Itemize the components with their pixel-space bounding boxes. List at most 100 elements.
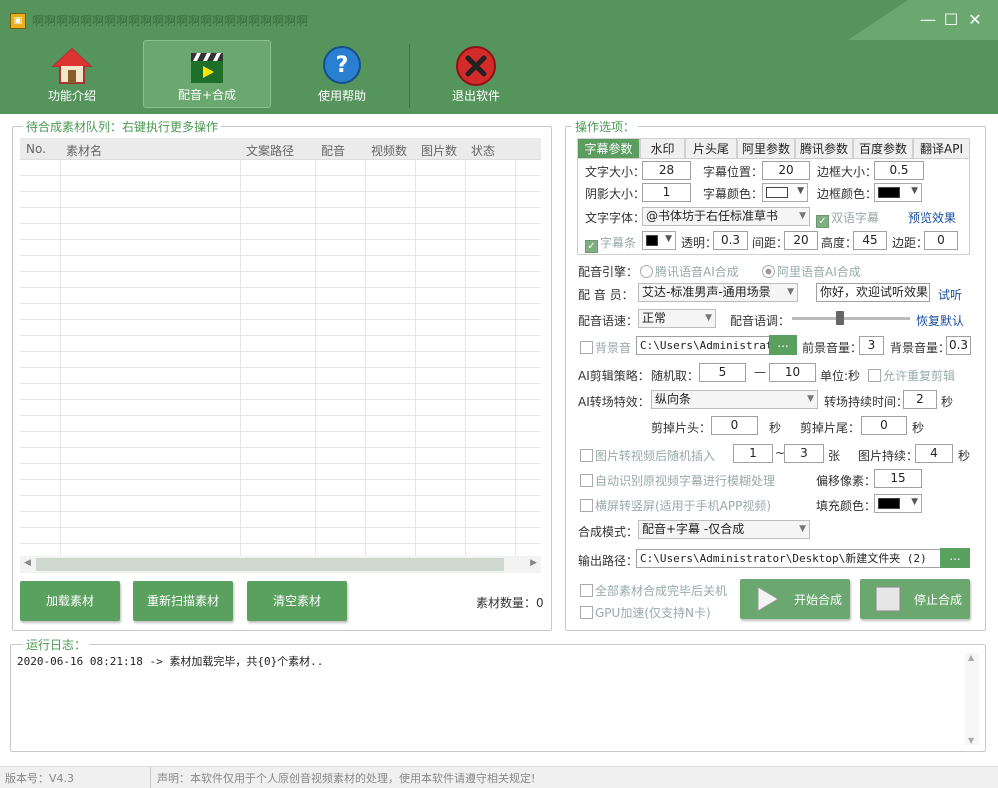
img-insert-checkbox[interactable]: 图片转视频后随机插入 <box>580 447 715 464</box>
scroll-down-icon[interactable]: ▼ <box>968 736 974 745</box>
height-input[interactable]: 45 <box>853 231 887 250</box>
transition-duration-input[interactable]: 2 <box>903 390 937 409</box>
try-listen-link[interactable]: 试听 <box>938 286 962 303</box>
start-button[interactable]: 开始合成 <box>740 579 850 619</box>
mode-select[interactable]: 配音+字幕 -仅合成 ▼ <box>638 520 810 539</box>
tab-ali[interactable]: 阿里参数 <box>737 138 795 158</box>
color-swatch <box>766 187 788 198</box>
column-header[interactable]: 状态 <box>471 142 495 159</box>
color-swatch <box>878 498 900 509</box>
voice-select[interactable]: 艾达-标准男声-通用场景 ▼ <box>638 283 798 302</box>
column-header[interactable]: 图片数 <box>421 142 457 159</box>
toolbar-item-help[interactable]: ? 使用帮助 <box>278 40 406 108</box>
scroll-left-icon[interactable]: ◀ <box>24 558 31 568</box>
column-header[interactable]: 素材名 <box>66 142 102 159</box>
column-header[interactable]: No. <box>26 142 46 156</box>
output-path-input[interactable]: C:\Users\Administrator\Desktop\新建文件夹 (2) <box>636 549 941 568</box>
border-color-label: 边框颜色： <box>817 187 878 201</box>
load-button[interactable]: 加载素材 <box>20 581 120 621</box>
reset-link[interactable]: 恢复默认 <box>916 312 964 329</box>
tab-subtitle[interactable]: 字幕参数 <box>577 138 640 158</box>
log-scrollbar[interactable]: ▲ ▼ <box>965 653 979 745</box>
toolbar-item-intro[interactable]: 功能介绍 <box>8 40 136 108</box>
speed-select[interactable]: 正常 ▼ <box>638 309 716 328</box>
offset-input[interactable]: 15 <box>874 469 922 488</box>
pitch-slider[interactable] <box>792 311 910 325</box>
stop-button[interactable]: 停止合成 <box>860 579 970 619</box>
allow-repeat-checkbox[interactable]: 允许重复剪辑 <box>868 367 955 384</box>
log-line: 2020-06-16 08:21:18 -> 素材加载完毕，共{0}个素材.. <box>17 655 324 668</box>
bg-volume-input[interactable]: 0.3 <box>946 336 971 355</box>
preview-link[interactable]: 预览效果 <box>908 209 956 226</box>
tab-translate[interactable]: 翻译API <box>913 138 970 158</box>
try-text-input[interactable]: 你好，欢迎试听效果 <box>816 283 930 302</box>
column-header[interactable]: 视频数 <box>371 142 407 159</box>
bgm-path-input[interactable]: C:\Users\Administrator <box>636 336 770 355</box>
chevron-down-icon: ▼ <box>787 287 794 297</box>
unit-zhang-label: 张 <box>828 449 841 463</box>
bgm-browse-button[interactable]: ... <box>769 335 797 355</box>
gpu-checkbox[interactable]: GPU加速(仅支持N卡) <box>580 604 711 621</box>
shutdown-checkbox[interactable]: 全部素材合成完毕后关机 <box>580 582 727 599</box>
rescan-button[interactable]: 重新扫描素材 <box>133 581 233 621</box>
img-max-input[interactable]: 3 <box>784 444 824 463</box>
queue-table-body[interactable] <box>20 160 541 556</box>
tab-tencent[interactable]: 腾讯参数 <box>795 138 853 158</box>
font-select[interactable]: @书体坊于右任标准草书 ▼ <box>642 207 810 226</box>
shadow-input[interactable]: 1 <box>642 183 691 202</box>
check-icon: ✓ <box>816 215 829 228</box>
random-max-input[interactable]: 10 <box>769 363 816 382</box>
clear-button[interactable]: 清空素材 <box>247 581 347 621</box>
font-size-input[interactable]: 28 <box>642 161 691 180</box>
tab-watermark[interactable]: 水印 <box>640 138 685 158</box>
toolbar-item-exit[interactable]: 退出软件 <box>412 40 540 108</box>
close-button[interactable]: ✕ <box>963 8 987 32</box>
random-min-input[interactable]: 5 <box>699 363 746 382</box>
chevron-down-icon: ▼ <box>799 524 806 534</box>
blur-checkbox[interactable]: 自动识别原视频字幕进行模糊处理 <box>580 472 775 489</box>
tab-intro-outro[interactable]: 片头尾 <box>685 138 737 158</box>
transition-select[interactable]: 纵向条 ▼ <box>651 390 818 409</box>
mode-select-value: 配音+字幕 -仅合成 <box>642 522 745 536</box>
bar-color-picker[interactable]: ▼ <box>642 231 676 250</box>
fg-volume-input[interactable]: 3 <box>859 336 884 355</box>
allow-repeat-label: 允许重复剪辑 <box>883 369 956 383</box>
img-min-input[interactable]: 1 <box>733 444 773 463</box>
tab-baidu[interactable]: 百度参数 <box>853 138 913 158</box>
cut-tail-input[interactable]: 0 <box>861 416 907 435</box>
column-header[interactable]: 文案路径 <box>246 142 294 159</box>
bgm-checkbox[interactable]: 背景音 <box>580 339 631 356</box>
scroll-thumb[interactable] <box>36 558 504 571</box>
border-color-picker[interactable]: ▼ <box>874 183 922 202</box>
cut-head-input[interactable]: 0 <box>711 416 758 435</box>
column-header[interactable]: 配音 <box>321 142 345 159</box>
output-browse-button[interactable]: ... <box>940 548 970 568</box>
scroll-right-icon[interactable]: ▶ <box>530 558 537 568</box>
toolbar-item-dub-compose[interactable]: 配音+合成 <box>143 40 271 108</box>
alpha-input[interactable]: 0.3 <box>713 231 748 250</box>
seconds-label: 秒 <box>912 421 925 435</box>
spacing-input[interactable]: 20 <box>784 231 818 250</box>
help-icon: ? <box>323 46 361 84</box>
horizontal-scrollbar[interactable]: ◀ ▶ <box>20 556 541 573</box>
fill-color-picker[interactable]: ▼ <box>874 494 922 513</box>
scroll-up-icon[interactable]: ▲ <box>968 653 974 662</box>
toolbar-item-label: 退出软件 <box>451 89 500 103</box>
margin-input[interactable]: 0 <box>924 231 958 250</box>
landscape-checkbox[interactable]: 横屏转竖屏(适用于手机APP视频) <box>580 497 771 514</box>
subtitle-color-picker[interactable]: ▼ <box>762 183 808 202</box>
maximize-button[interactable]: ☐ <box>939 8 963 32</box>
engine-ali-radio[interactable]: 阿里语音AI合成 <box>762 263 861 280</box>
toolbar-divider <box>409 44 410 108</box>
checkbox-box <box>580 606 593 619</box>
bilingual-checkbox[interactable]: ✓ 双语字幕 <box>816 209 879 228</box>
chevron-down-icon: ▼ <box>797 186 804 196</box>
seconds-label: 秒 <box>958 449 971 463</box>
pitch-slider-thumb[interactable] <box>836 311 844 325</box>
position-input[interactable]: 20 <box>762 161 810 180</box>
minimize-button[interactable]: — <box>916 8 940 32</box>
subtitle-bar-checkbox[interactable]: ✓ 字幕条 <box>585 234 636 253</box>
engine-tencent-radio[interactable]: 腾讯语音AI合成 <box>640 263 739 280</box>
img-duration-input[interactable]: 4 <box>915 444 953 463</box>
border-size-input[interactable]: 0.5 <box>874 161 924 180</box>
